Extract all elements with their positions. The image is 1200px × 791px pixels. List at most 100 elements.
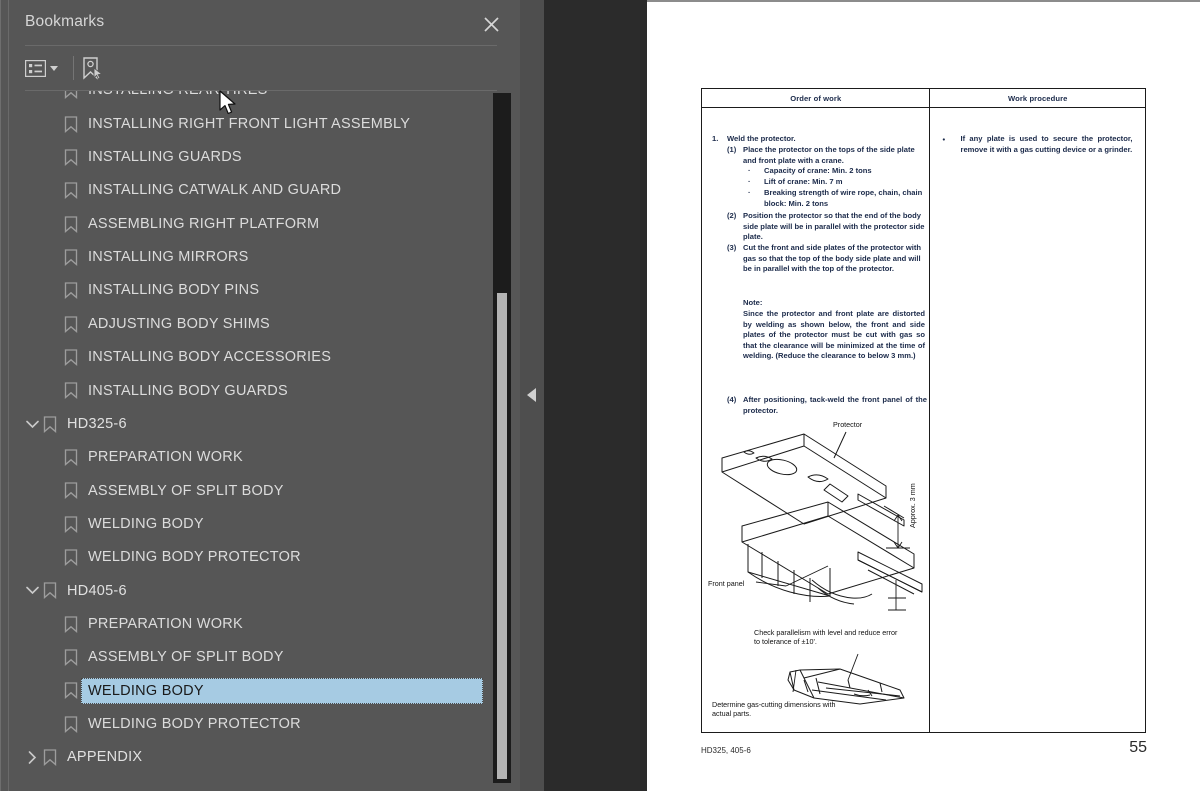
bookmark-item[interactable]: WELDING BODY PROTECTOR xyxy=(9,541,491,574)
bookmarks-tree: INSTALLING REAR TIRES INSTALLING RIGHT FR… xyxy=(9,91,491,791)
pdf-reader-window: Bookmarks INSTALLING RIGHT FRONT LIGHT A… xyxy=(0,0,1200,791)
bookmark-item[interactable]: INSTALLING MIRRORS xyxy=(9,241,491,274)
list-options-icon[interactable] xyxy=(25,54,71,82)
bookmarks-tree-scroller: INSTALLING REAR TIRES INSTALLING RIGHT FR… xyxy=(9,91,491,774)
bookmark-item-label: ASSEMBLY OF SPLIT BODY xyxy=(88,649,284,666)
bookmark-item-label: PREPARATION WORK xyxy=(88,615,243,632)
bookmark-item[interactable]: PREPARATION WORK xyxy=(9,608,491,641)
toolbar-divider xyxy=(73,56,74,80)
bookmark-icon xyxy=(64,349,78,366)
bookmark-item-label: WELDING BODY PROTECTOR xyxy=(88,715,301,732)
bookmark-icon xyxy=(64,615,78,633)
parallelism-check-diagram: Check parallelism with level and reduce … xyxy=(708,628,930,728)
bookmark-item[interactable]: INSTALLING BODY ACCESSORIES xyxy=(9,341,491,374)
step-title: Weld the protector. xyxy=(727,134,796,143)
bookmark-item-label: INSTALLING BODY PINS xyxy=(88,282,260,299)
substep-text-1: Place the protector on the tops of the s… xyxy=(743,145,915,165)
bookmark-item[interactable]: WELDING BODY xyxy=(9,507,491,540)
substep-text-3: Cut the front and side plates of the pro… xyxy=(743,243,922,274)
bookmark-item[interactable]: INSTALLING BODY PINS xyxy=(9,274,491,307)
close-icon[interactable] xyxy=(477,10,505,38)
order-of-work-cell: 1. Weld the protector. (1) Place the pro… xyxy=(702,108,931,732)
bookmark-item-label: ASSEMBLY OF SPLIT BODY xyxy=(88,482,284,499)
substep-1-bullet-3: Breaking strength of wire rope, chain, c… xyxy=(764,188,923,208)
substep-marker-1: (1) xyxy=(727,145,737,154)
substep-marker-2: (2) xyxy=(727,211,737,220)
substep-1-bullet-1: Capacity of crane: Min. 2 tons xyxy=(764,166,872,175)
bookmark-item-label: WELDING BODY xyxy=(88,682,204,699)
table-body-row: 1. Weld the protector. (1) Place the pro… xyxy=(702,108,1145,732)
bookmark-icon xyxy=(64,716,78,733)
bookmark-item[interactable]: PREPARATION WORK xyxy=(9,441,491,474)
work-table: Order of work Work procedure 1. Weld the… xyxy=(701,88,1146,733)
protector-assembly-diagram: Protector Approx. 3 mm Front panel xyxy=(708,420,930,648)
bookmark-icon xyxy=(64,182,78,200)
panel-title: Bookmarks xyxy=(25,13,105,30)
bookmark-icon xyxy=(64,115,78,133)
note-text: Since the protector and front plate are … xyxy=(743,309,925,361)
bookmark-item-label: WELDING BODY PROTECTOR xyxy=(88,549,301,566)
new-bookmark-icon[interactable] xyxy=(81,54,111,82)
substep-1-bullet-marker-2: · xyxy=(748,177,751,186)
chevron-right-icon[interactable] xyxy=(23,741,41,774)
bookmark-item[interactable]: HD405-6 xyxy=(9,574,491,607)
bookmark-icon xyxy=(64,282,78,300)
note-label: Note: xyxy=(743,298,763,307)
bookmark-icon xyxy=(64,149,78,166)
bookmark-item[interactable]: INSTALLING BODY GUARDS xyxy=(9,374,491,407)
bookmark-item[interactable]: WELDING BODY PROTECTOR xyxy=(9,708,491,741)
bookmarks-scrollbar-thumb[interactable] xyxy=(497,293,507,779)
bookmark-item-label: INSTALLING MIRRORS xyxy=(88,249,249,266)
triangle-left-icon[interactable] xyxy=(527,388,536,402)
step-number: 1. xyxy=(712,134,719,143)
bookmark-item-label: WELDING BODY xyxy=(88,515,204,532)
bookmarks-scrollbar[interactable] xyxy=(493,93,511,783)
substep-marker-4: (4) xyxy=(727,395,737,404)
bookmark-item-label: INSTALLING CATWALK AND GUARD xyxy=(88,182,342,199)
bookmark-item[interactable]: WELDING BODY xyxy=(9,674,491,707)
chevron-down-icon[interactable] xyxy=(50,65,58,71)
bookmark-item[interactable]: INSTALLING RIGHT FRONT LIGHT ASSEMBLY xyxy=(9,107,491,140)
bookmarks-toolbar xyxy=(9,46,520,90)
chevron-down-icon[interactable] xyxy=(23,407,41,440)
bookmark-icon xyxy=(64,649,78,666)
bookmark-item[interactable]: INSTALLING REAR TIRES xyxy=(9,91,491,107)
bookmark-icon xyxy=(43,415,57,433)
viewer-background xyxy=(520,0,647,791)
document-page-number: 55 xyxy=(1129,739,1147,756)
bookmark-icon xyxy=(43,749,57,767)
bookmark-icon xyxy=(64,449,78,466)
bookmark-icon xyxy=(64,515,78,533)
work-procedure-bullet: • xyxy=(942,135,946,144)
chevron-down-icon[interactable] xyxy=(23,574,41,607)
bookmark-item-label: INSTALLING BODY GUARDS xyxy=(88,382,288,399)
bookmark-icon xyxy=(64,549,78,566)
work-procedure-cell: • If any plate is used to secure the pro… xyxy=(930,108,1145,732)
substep-text-4: After positioning, tack-weld the front p… xyxy=(743,395,927,415)
bookmark-item[interactable]: ADJUSTING BODY SHIMS xyxy=(9,307,491,340)
bookmark-item[interactable]: HD325-6 xyxy=(9,407,491,440)
bookmark-item[interactable]: APPENDIX xyxy=(9,741,491,774)
bookmark-icon xyxy=(64,382,78,400)
bookmark-item-label: HD325-6 xyxy=(67,415,127,432)
bookmark-item-label: INSTALLING RIGHT FRONT LIGHT ASSEMBLY xyxy=(88,115,411,132)
substep-1-bullet-marker-1: · xyxy=(748,166,751,175)
table-header-row: Order of work Work procedure xyxy=(702,89,1145,108)
bookmark-item-label: HD405-6 xyxy=(67,582,127,599)
bookmark-item[interactable]: ASSEMBLY OF SPLIT BODY xyxy=(9,474,491,507)
panel-splitter[interactable] xyxy=(520,0,544,791)
bookmark-item[interactable]: ASSEMBLING RIGHT PLATFORM xyxy=(9,207,491,240)
bookmark-icon xyxy=(64,682,78,700)
table-header-work-procedure: Work procedure xyxy=(1007,93,1068,103)
pdf-page: Order of work Work procedure 1. Weld the… xyxy=(647,0,1200,791)
bookmark-item[interactable]: INSTALLING GUARDS xyxy=(9,141,491,174)
table-header-order-of-work: Order of work xyxy=(702,89,931,107)
bookmark-icon xyxy=(64,482,78,500)
bookmark-icon xyxy=(64,215,78,233)
work-procedure-text: If any plate is used to secure the prote… xyxy=(960,134,1133,154)
bookmark-item[interactable]: ASSEMBLY OF SPLIT BODY xyxy=(9,641,491,674)
panel-resize-notch[interactable] xyxy=(1,112,9,142)
bookmark-icon xyxy=(64,91,78,100)
bookmark-item[interactable]: INSTALLING CATWALK AND GUARD xyxy=(9,174,491,207)
bookmark-item-label: INSTALLING GUARDS xyxy=(88,149,242,166)
